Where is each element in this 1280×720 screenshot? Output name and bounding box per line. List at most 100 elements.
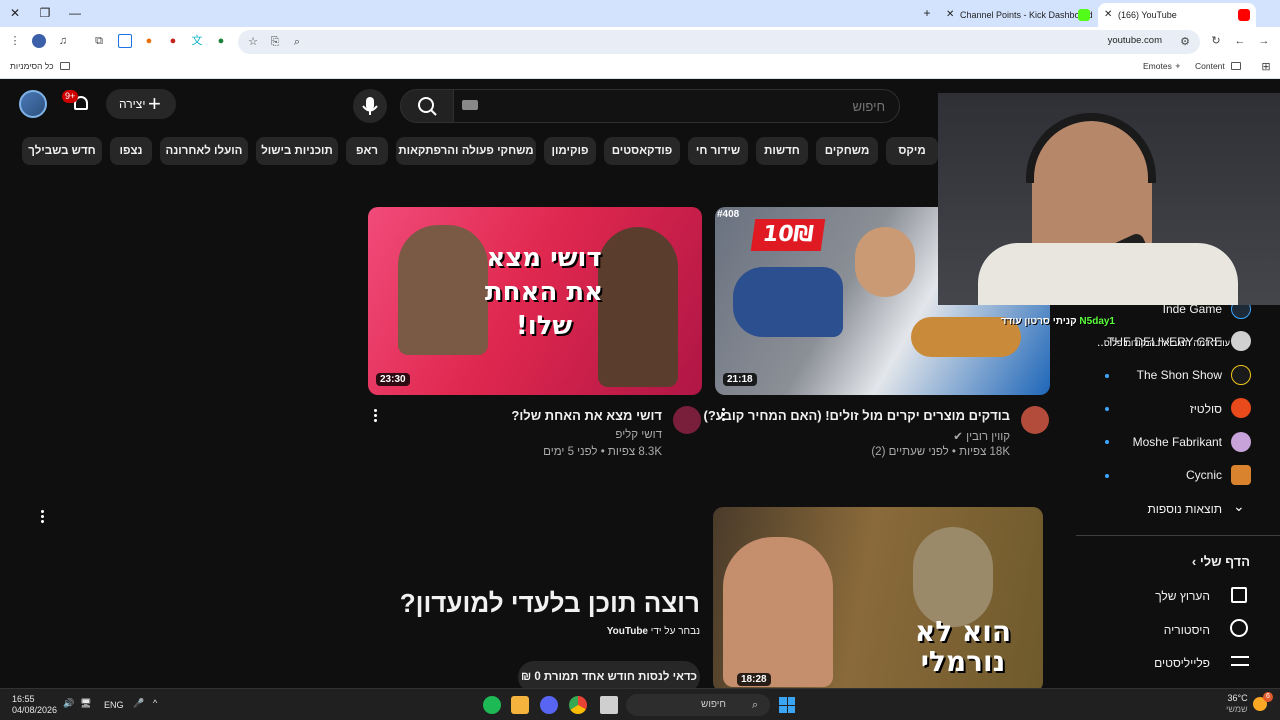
close-tab-icon[interactable]: ✕: [946, 3, 954, 27]
chip-games[interactable]: משחקים: [816, 137, 878, 165]
task-view-icon[interactable]: [600, 696, 618, 714]
all-bookmarks-folder[interactable]: כל הסימניות: [10, 61, 73, 71]
profile-avatar-icon[interactable]: [32, 34, 46, 48]
notifications-button[interactable]: 9+: [62, 90, 92, 116]
subscription-item[interactable]: סולטיז: [1190, 402, 1222, 416]
channel-name[interactable]: קווין רובין ✔: [953, 429, 1010, 443]
extension-red-icon[interactable]: ●: [166, 34, 180, 48]
extension-green-icon[interactable]: ●: [214, 34, 228, 48]
site-info-icon[interactable]: ⚙: [1178, 35, 1192, 49]
install-app-icon[interactable]: ⎘: [268, 35, 282, 49]
back-icon[interactable]: →: [1257, 34, 1271, 48]
bookmark-star-icon[interactable]: ☆: [246, 35, 260, 49]
extensions-icon[interactable]: ⧉: [92, 34, 106, 48]
sidebar-item-your-channel[interactable]: הערוץ שלך: [1155, 589, 1210, 603]
new-content-dot: [1105, 374, 1109, 378]
webcam-overlay: [938, 93, 1280, 305]
maximize-window-icon[interactable]: ❐: [36, 5, 54, 21]
channel-avatar-soltiz: [1231, 398, 1251, 418]
windows-start-icon[interactable]: [779, 697, 795, 713]
clock[interactable]: 16:55 04/08/2026: [12, 694, 57, 716]
close-window-icon[interactable]: ✕: [6, 5, 24, 21]
media-control-icon[interactable]: ♫: [56, 34, 70, 48]
tray-expand-icon[interactable]: ^: [153, 698, 157, 708]
weather-temp: 36°C: [1227, 693, 1248, 703]
mic-tray-icon[interactable]: 🎤: [133, 698, 144, 709]
sidebar-item-playlists[interactable]: פלייליסטים: [1154, 656, 1210, 670]
search-input[interactable]: [453, 89, 900, 123]
search-button[interactable]: [400, 89, 454, 123]
spotify-icon[interactable]: [483, 696, 501, 714]
channel-avatar[interactable]: [1021, 406, 1049, 434]
language-indicator[interactable]: ENG: [104, 700, 124, 710]
address-bar[interactable]: ☆ ⎘ ⌕ youtube.com ⚙: [238, 30, 1200, 54]
chip-news[interactable]: חדשות: [756, 137, 808, 165]
show-more-button[interactable]: תוצאות נוספות: [1148, 502, 1223, 516]
subscription-item[interactable]: Moshe Fabrikant: [1133, 435, 1222, 449]
channel-avatar[interactable]: [673, 406, 701, 434]
thumbnail-monster-shape: [913, 527, 993, 627]
weather-widget[interactable]: 36°C שמשי: [1226, 693, 1248, 715]
chat-overlay-line: N5day1 קניתי סרטון עודד: [955, 316, 1115, 327]
close-tab-icon[interactable]: ✕: [1104, 3, 1112, 27]
you-section-header[interactable]: הדף שלי ›: [1192, 554, 1250, 569]
create-button[interactable]: + יצירה: [106, 89, 176, 119]
chip-watched[interactable]: נצפו: [110, 137, 152, 165]
voice-search-button[interactable]: [353, 89, 387, 123]
chip-new-for-you[interactable]: חדש בשבילך: [22, 137, 102, 165]
video-menu-icon[interactable]: [374, 409, 378, 424]
discord-icon[interactable]: [540, 696, 558, 714]
apps-grid-icon[interactable]: ⊞: [1259, 60, 1273, 74]
zoom-icon[interactable]: ⌕: [290, 35, 304, 49]
chip-podcasts[interactable]: פודקאסטים: [604, 137, 680, 165]
channel-avatar-shon-show: [1231, 365, 1251, 385]
chip-rap[interactable]: ראפ: [346, 137, 388, 165]
chat-username: N5day1: [1079, 316, 1115, 327]
browser-toolbar: ⋮ ♫ ⧉ ● ● 文 ● ☆ ⎘ ⌕ youtube.com ⚙ ↻ ← →: [0, 27, 1280, 57]
streamer-shirt: [978, 243, 1238, 305]
volume-icon[interactable]: 🔊: [63, 698, 74, 709]
tab-kick-dashboard[interactable]: ✕ Channel Points - Kick Dashboard: [940, 3, 1096, 27]
you-header-label: הדף שלי: [1199, 554, 1250, 569]
subscription-item[interactable]: The Shon Show: [1137, 368, 1222, 382]
chip-live[interactable]: שידור חי: [688, 137, 748, 165]
screen-capture-icon[interactable]: [118, 34, 132, 48]
chip-action-adventure[interactable]: משחקי פעולה והרפתקאות: [396, 137, 536, 165]
new-tab-icon[interactable]: +: [918, 5, 936, 21]
bookmark-content[interactable]: Content: [1195, 61, 1244, 71]
bookmark-emotes[interactable]: Emotes ✦: [1143, 61, 1181, 72]
sidebar-item-history[interactable]: היסטוריה: [1164, 623, 1210, 637]
promo-cta-button[interactable]: כדאי לנסות חודש אחד תמורת 0 ₪: [518, 661, 700, 688]
minimize-window-icon[interactable]: —: [66, 5, 84, 21]
playlists-icon: [1231, 656, 1249, 666]
video-title[interactable]: בודקים מוצרים יקרים מול זולים! (האם המחי…: [704, 408, 1010, 423]
video-thumbnail[interactable]: דושי מצא את האחת שלו! 23:30: [368, 207, 702, 395]
promo-menu-icon[interactable]: [41, 510, 45, 525]
chip-mix[interactable]: מיקס: [886, 137, 938, 165]
keyboard-icon[interactable]: [462, 100, 478, 110]
video-title[interactable]: דושי מצא את האחת שלו?: [511, 408, 662, 423]
video-menu-icon[interactable]: [722, 408, 726, 423]
promo-title: רוצה תוכן בלעדי למועדון?: [399, 588, 700, 618]
menu-kebab-icon[interactable]: ⋮: [8, 34, 22, 48]
forward-icon[interactable]: ←: [1233, 34, 1247, 48]
promo-by-name: YouTube: [606, 626, 648, 637]
taskbar-search-icon: ⌕: [752, 699, 759, 711]
translate-icon[interactable]: 文: [190, 34, 204, 48]
app-icon-orange[interactable]: [511, 696, 529, 714]
chip-pokemon[interactable]: פוקימון: [544, 137, 596, 165]
account-avatar[interactable]: [19, 90, 47, 118]
chip-recently-uploaded[interactable]: הועלו לאחרונה: [160, 137, 248, 165]
chrome-icon[interactable]: [569, 696, 587, 714]
duration-badge: 18:28: [737, 673, 771, 686]
taskbar-search[interactable]: חיפוש: [626, 694, 770, 716]
subscription-item[interactable]: Cycnic: [1186, 468, 1222, 482]
extension-fox-icon[interactable]: ●: [142, 34, 156, 48]
chip-cooking[interactable]: תוכניות בישול: [256, 137, 338, 165]
promo-thumbnail[interactable]: הוא לא נורמלי 18:28: [713, 507, 1043, 688]
channel-name[interactable]: דושי קליפ: [615, 429, 662, 441]
reload-icon[interactable]: ↻: [1209, 34, 1223, 48]
your-channel-icon: [1231, 587, 1247, 603]
network-icon[interactable]: 🖥: [80, 698, 91, 709]
tab-youtube[interactable]: ✕ (166) YouTube: [1098, 3, 1256, 27]
